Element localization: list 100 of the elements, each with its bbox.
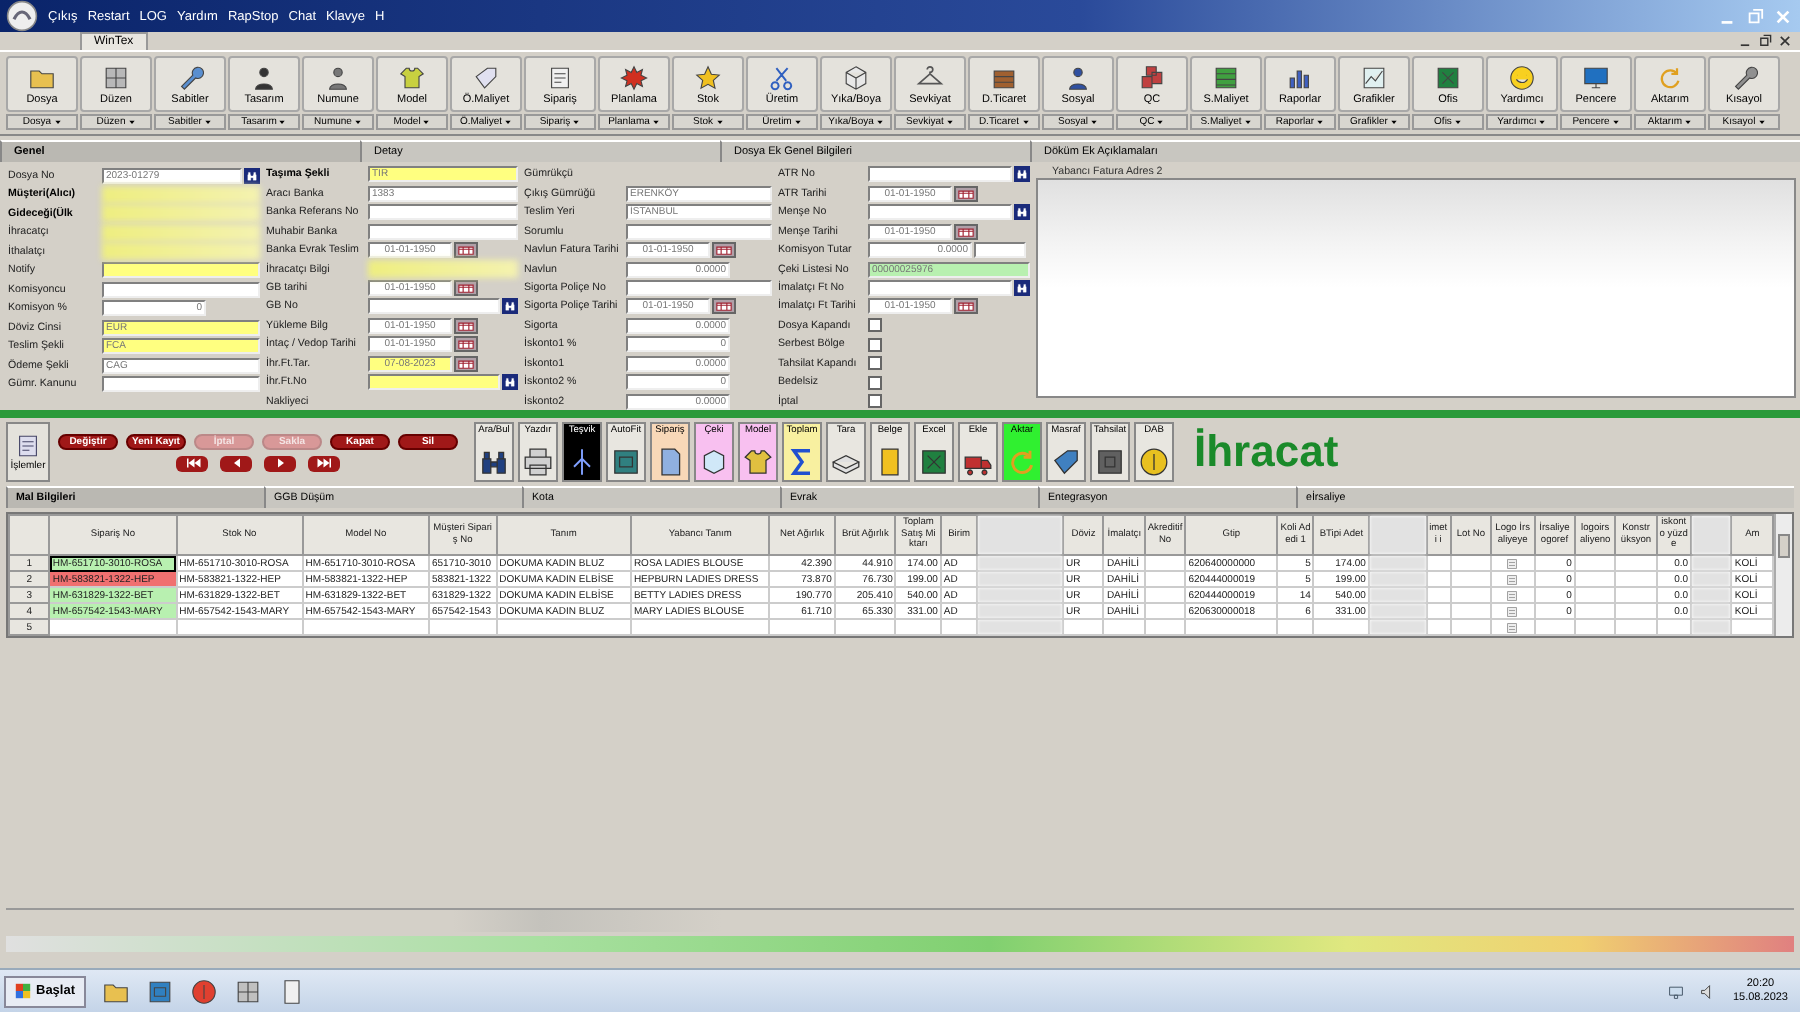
star-icon: [694, 63, 722, 91]
shirt-icon: [742, 446, 774, 478]
scissors-icon: [768, 63, 796, 91]
restore-icon[interactable]: [1758, 34, 1772, 48]
input-field[interactable]: [368, 223, 518, 240]
person-icon: [250, 63, 278, 91]
image-icon[interactable]: [145, 977, 174, 1005]
flag-icon: [14, 982, 32, 1000]
caret-icon: [422, 118, 431, 126]
caret-icon: [1090, 118, 1098, 126]
caret-icon: [1684, 118, 1693, 126]
coin-icon: [1138, 446, 1170, 478]
line-chart-icon: [1360, 63, 1388, 91]
skip-forward-icon: [315, 458, 333, 468]
cubes-icon: [1138, 63, 1166, 91]
module-title: İhracat: [1194, 426, 1339, 478]
caret-icon: [1611, 118, 1620, 126]
caret-icon: [1243, 118, 1252, 126]
abacus-icon: [1212, 63, 1240, 91]
box-icon: [842, 63, 870, 91]
monitor-icon: [1582, 63, 1610, 91]
input-field[interactable]: [368, 374, 500, 391]
input-field[interactable]: [868, 204, 1012, 221]
tag-icon: [1050, 446, 1082, 478]
caret-icon: [353, 118, 362, 126]
checkbox[interactable]: [868, 375, 882, 390]
caret-icon: [875, 118, 884, 126]
checkbox[interactable]: [868, 356, 882, 371]
input-field[interactable]: [368, 298, 500, 315]
caret-icon: [715, 118, 723, 126]
input-field[interactable]: [868, 279, 1012, 296]
caret-icon: [1021, 118, 1030, 126]
smiley-icon: [1508, 63, 1536, 91]
input-field[interactable]: [368, 204, 518, 221]
caret-icon: [651, 118, 660, 126]
form-icon: [14, 432, 42, 460]
caret-icon: [1538, 118, 1547, 126]
form-icon: [546, 63, 574, 91]
document-icon: [1506, 557, 1519, 569]
first-record-button[interactable]: [176, 455, 208, 471]
calendar-button[interactable]: [454, 336, 478, 353]
search-button[interactable]: [502, 298, 518, 315]
previous-record-button[interactable]: [220, 455, 252, 471]
input-field[interactable]: [626, 279, 772, 296]
next-record-button[interactable]: [264, 455, 296, 471]
spreadsheet-icon: [918, 446, 950, 478]
calendar-button[interactable]: [454, 242, 478, 259]
tag-icon: [472, 63, 500, 91]
caret-icon: [1316, 118, 1325, 126]
checkbox[interactable]: [868, 318, 882, 333]
refresh-icon: [1656, 63, 1684, 91]
caret-icon: [1757, 118, 1766, 126]
spreadsheet-icon: [1434, 63, 1462, 91]
input-field[interactable]: [626, 223, 772, 240]
caret-icon: [1389, 118, 1398, 126]
caret-icon: [504, 118, 513, 126]
app-logo-icon: [6, 0, 38, 32]
checkbox[interactable]: [868, 394, 882, 409]
calendar-button[interactable]: [954, 298, 978, 315]
grid-icon: [102, 63, 130, 91]
calendar-button[interactable]: [712, 242, 736, 259]
blurred-header: [1691, 515, 1732, 555]
input-field[interactable]: [974, 242, 1026, 259]
calendar-button[interactable]: [954, 223, 978, 240]
caret-icon: [572, 118, 581, 126]
calendar-button[interactable]: [454, 280, 478, 297]
caret-icon: [278, 118, 287, 126]
search-button[interactable]: [502, 374, 518, 391]
calendar-button[interactable]: [454, 317, 478, 334]
person-icon: [324, 63, 352, 91]
checkbox[interactable]: [868, 337, 882, 352]
person-icon: [1064, 63, 1092, 91]
network-icon[interactable]: [1668, 983, 1685, 999]
caret-icon: [1156, 118, 1165, 126]
calendar-button[interactable]: [712, 298, 736, 315]
search-button[interactable]: [1014, 279, 1030, 296]
caret-icon: [53, 118, 62, 126]
grid-icon[interactable]: [233, 977, 262, 1005]
refresh-icon: [1006, 446, 1038, 478]
scrollbar[interactable]: [1774, 514, 1792, 636]
search-button[interactable]: [244, 167, 260, 183]
skip-back-icon: [183, 458, 201, 468]
input-field[interactable]: [102, 281, 260, 297]
close-icon[interactable]: [1778, 34, 1792, 48]
shirt-icon: [398, 63, 426, 91]
calendar-button[interactable]: [454, 355, 478, 372]
last-record-button[interactable]: [308, 455, 340, 471]
document-icon: [1506, 605, 1519, 617]
caret-icon: [1453, 118, 1462, 126]
input-field[interactable]: [868, 166, 1012, 183]
column-header: [9, 515, 50, 555]
search-button[interactable]: [1014, 166, 1030, 183]
document-icon: [1506, 589, 1519, 601]
calendar-button[interactable]: [954, 185, 978, 202]
blurred-header: [977, 515, 1064, 555]
input-field[interactable]: [102, 376, 260, 392]
document-icon: [1506, 573, 1519, 585]
document-icon: [1506, 621, 1519, 633]
input-field[interactable]: [102, 262, 260, 278]
search-button[interactable]: [1014, 204, 1030, 221]
